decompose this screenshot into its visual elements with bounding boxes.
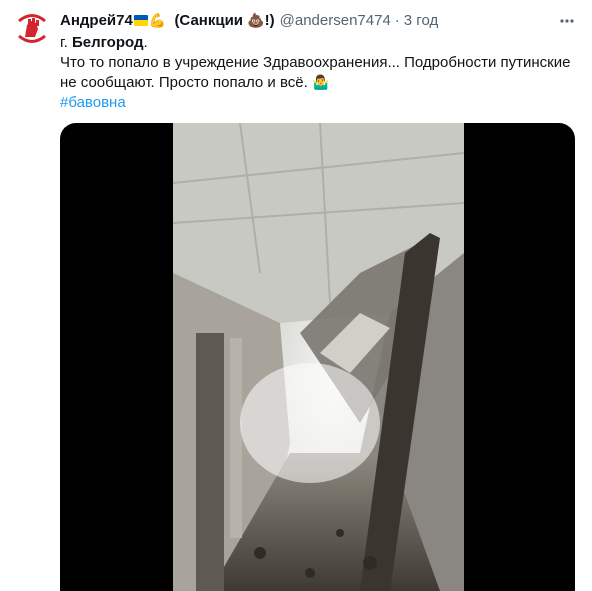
timestamp[interactable]: 3 год <box>404 12 438 29</box>
avatar-logo-icon <box>12 8 52 48</box>
location-prefix: г. <box>60 34 72 51</box>
display-name-end: !) <box>264 11 275 29</box>
video-frame-corridor <box>172 123 465 591</box>
tweet-line-2: Что то попало в учреждение Здравоохранен… <box>60 54 571 71</box>
tweet-line-location: г. Белгород. <box>60 33 580 53</box>
display-name-text: Андрей74 <box>60 11 133 29</box>
tweet-line-3-text: не сообщают. Просто попало и всё. <box>60 74 308 91</box>
video-media[interactable] <box>60 123 575 591</box>
tweet-header: Андрей74 💪 (Санкции 💩!) @andersen7474 · 3… <box>60 10 552 30</box>
display-name[interactable]: Андрей74 💪 (Санкции 💩!) <box>60 12 275 29</box>
tweet-text: г. Белгород. Что то попало в учреждение … <box>60 33 580 113</box>
user-handle[interactable]: @andersen7474 <box>280 12 391 29</box>
ukraine-flag-emoji <box>133 14 148 26</box>
location-suffix: . <box>143 34 148 51</box>
separator-dot: · <box>394 11 400 29</box>
person-shrugging-emoji: 🤷‍♂️ <box>311 74 330 90</box>
door-icon <box>196 333 224 591</box>
hashtag-link[interactable]: #бавовна <box>60 93 580 113</box>
more-options-icon[interactable] <box>556 10 578 32</box>
tweet-line-3: не сообщают. Просто попало и всё. 🤷‍♂️ <box>60 73 580 93</box>
pile-of-poo-emoji: 💩 <box>247 11 265 28</box>
display-name-suffix: (Санкции <box>174 11 244 29</box>
flexed-biceps-emoji: 💪 <box>148 11 167 28</box>
tweet[interactable]: Андрей74 💪 (Санкции 💩!) @andersen7474 · 3… <box>0 0 592 591</box>
location-name: Белгород <box>71 34 144 51</box>
avatar[interactable] <box>11 7 53 49</box>
